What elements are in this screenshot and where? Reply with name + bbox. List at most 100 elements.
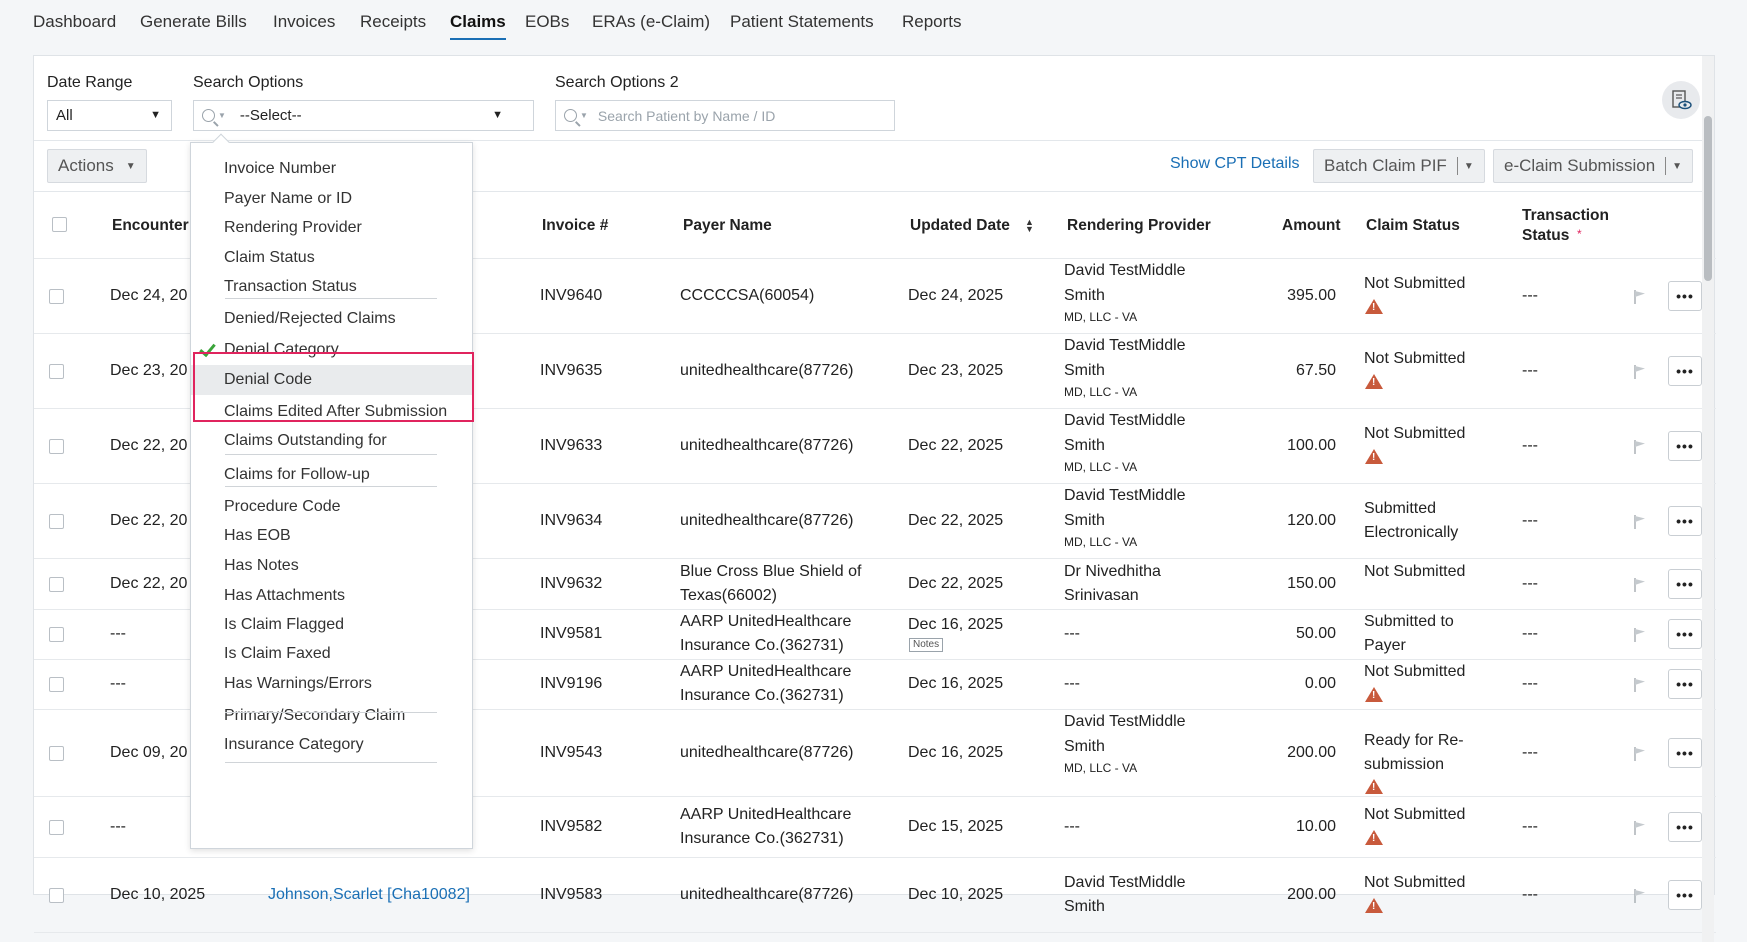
view-settings-button[interactable] <box>1662 81 1700 119</box>
tab-eras[interactable]: ERAs (e-Claim) <box>592 12 710 38</box>
claim-status: Not Submitted <box>1364 805 1466 823</box>
menu-item-denial-code[interactable]: Denial Code <box>191 365 472 395</box>
caret-down-icon[interactable]: ▼ <box>1672 161 1682 172</box>
warning-icon[interactable] <box>1365 687 1383 702</box>
menu-item-label: Has Notes <box>224 557 299 574</box>
payer-name-line2: Insurance Co.(362731) <box>680 687 844 704</box>
row-checkbox[interactable] <box>49 677 64 692</box>
warning-icon[interactable] <box>1365 448 1383 464</box>
row-checkbox[interactable] <box>49 627 64 642</box>
row-checkbox[interactable] <box>49 745 64 761</box>
menu-item-claims-outstanding-for[interactable]: Claims Outstanding for <box>191 426 472 456</box>
search-patient-input[interactable]: ▼ Search Patient by Name / ID <box>555 100 895 131</box>
flag-icon[interactable] <box>1634 289 1646 304</box>
warning-icon[interactable] <box>1365 298 1383 314</box>
patient-link[interactable]: Johnson,Scarlet [Cha10082] <box>268 883 470 907</box>
tab-invoices[interactable]: Invoices <box>273 12 335 38</box>
more-options-button[interactable]: ••• <box>1668 879 1702 910</box>
more-options-button[interactable]: ••• <box>1668 811 1702 842</box>
search-options-select[interactable]: ▼ --Select-- ▼ <box>193 100 534 131</box>
warning-icon[interactable] <box>1365 829 1383 845</box>
tab-patient-statements[interactable]: Patient Statements <box>730 12 874 38</box>
show-cpt-details-link[interactable]: Show CPT Details <box>1170 155 1300 173</box>
menu-item-has-notes[interactable]: Has Notes <box>191 551 472 581</box>
menu-item-is-claim-flagged[interactable]: Is Claim Flagged <box>191 610 472 640</box>
col-transaction-status[interactable]: Transaction <box>1522 207 1609 225</box>
more-options-button[interactable]: ••• <box>1668 619 1702 649</box>
warning-icon[interactable] <box>1365 778 1383 794</box>
flag-icon[interactable] <box>1634 577 1646 592</box>
provider-name: David TestMiddle <box>1064 262 1186 279</box>
payer-name: AARP UnitedHealthcare <box>680 805 852 823</box>
scrollbar[interactable] <box>1702 116 1714 942</box>
menu-item-primary-secondary-claim[interactable]: Primary/Secondary Claim <box>191 701 472 731</box>
col-encounter[interactable]: Encounter <box>112 217 189 235</box>
menu-item-rendering-provider[interactable]: Rendering Provider <box>191 213 472 243</box>
batch-claim-pif-button[interactable]: Batch Claim PIF ▼ <box>1313 149 1485 183</box>
row-checkbox[interactable] <box>49 513 64 529</box>
flag-icon[interactable] <box>1634 746 1646 761</box>
flag-icon[interactable] <box>1634 364 1646 379</box>
menu-item-has-warnings-errors[interactable]: Has Warnings/Errors <box>191 669 472 699</box>
row-checkbox[interactable] <box>49 576 64 592</box>
notes-badge[interactable]: Notes <box>909 638 944 652</box>
menu-item-claim-status[interactable]: Claim Status <box>191 243 472 273</box>
flag-icon[interactable] <box>1634 514 1646 529</box>
col-invoice[interactable]: Invoice # <box>542 217 608 235</box>
flag-icon[interactable] <box>1634 678 1646 692</box>
flag-icon[interactable] <box>1634 888 1646 903</box>
col-claim-status[interactable]: Claim Status <box>1366 217 1460 235</box>
more-options-button[interactable]: ••• <box>1668 355 1702 386</box>
menu-item-denied-rejected-claims[interactable]: Denied/Rejected Claims <box>191 304 472 334</box>
col-rendering-provider[interactable]: Rendering Provider <box>1067 217 1211 235</box>
tab-dashboard[interactable]: Dashboard <box>33 12 116 38</box>
flag-icon[interactable] <box>1634 628 1646 642</box>
menu-item-invoice-number[interactable]: Invoice Number <box>191 154 472 184</box>
row-checkbox[interactable] <box>49 363 64 379</box>
date-range-select[interactable]: All ▼ <box>47 100 172 131</box>
menu-item-has-eob[interactable]: Has EOB <box>191 521 472 551</box>
claim-status-line2: Electronically <box>1364 523 1459 541</box>
sort-icon[interactable]: ▲ ▼ <box>1025 218 1034 234</box>
menu-item-has-attachments[interactable]: Has Attachments <box>191 581 472 611</box>
eclaim-submission-button[interactable]: e-Claim Submission ▼ <box>1493 149 1694 183</box>
more-options-button[interactable]: ••• <box>1668 568 1702 599</box>
warning-icon[interactable] <box>1365 897 1383 913</box>
col-transaction-status-line2[interactable]: Status <box>1522 227 1569 245</box>
tab-generate-bills[interactable]: Generate Bills <box>140 12 247 38</box>
eclaim-label: e-Claim Submission <box>1504 156 1656 175</box>
menu-item-denial-category[interactable]: Denial Category <box>191 335 472 365</box>
menu-item-procedure-code[interactable]: Procedure Code <box>191 492 472 522</box>
tab-reports[interactable]: Reports <box>902 12 962 38</box>
actions-button[interactable]: Actions ▼ <box>47 149 147 183</box>
date-range-value: All <box>56 107 73 124</box>
more-options-button[interactable]: ••• <box>1668 430 1702 461</box>
flag-icon[interactable] <box>1634 439 1646 454</box>
row-checkbox[interactable] <box>49 887 64 903</box>
menu-item-payer-name-or-id[interactable]: Payer Name or ID <box>191 184 472 214</box>
select-all-checkbox[interactable] <box>52 217 67 232</box>
claim-status-line2: Payer <box>1364 637 1406 654</box>
more-options-button[interactable]: ••• <box>1668 505 1702 536</box>
menu-item-claims-edited-after-submission[interactable]: Claims Edited After Submission <box>191 397 472 427</box>
row-checkbox[interactable] <box>49 288 64 304</box>
warning-icon[interactable] <box>1365 373 1383 389</box>
flag-icon[interactable] <box>1634 820 1646 835</box>
col-updated-date[interactable]: Updated Date <box>910 217 1010 235</box>
more-options-button[interactable]: ••• <box>1668 669 1702 699</box>
scrollbar-thumb[interactable] <box>1704 116 1712 281</box>
col-amount[interactable]: Amount <box>1282 217 1341 235</box>
claim-status: Not Submitted <box>1364 424 1466 442</box>
menu-item-insurance-category[interactable]: Insurance Category <box>191 730 472 760</box>
amount: 395.00 <box>1287 286 1336 304</box>
tab-receipts[interactable]: Receipts <box>360 12 426 38</box>
row-checkbox[interactable] <box>49 438 64 454</box>
col-payer-name[interactable]: Payer Name <box>683 217 772 235</box>
menu-item-is-claim-faxed[interactable]: Is Claim Faxed <box>191 639 472 669</box>
tab-eobs[interactable]: EOBs <box>525 12 569 38</box>
tab-claims[interactable]: Claims <box>450 12 506 40</box>
caret-down-icon[interactable]: ▼ <box>1464 161 1474 172</box>
more-options-button[interactable]: ••• <box>1668 280 1702 311</box>
more-options-button[interactable]: ••• <box>1668 737 1702 768</box>
row-checkbox[interactable] <box>49 819 64 835</box>
